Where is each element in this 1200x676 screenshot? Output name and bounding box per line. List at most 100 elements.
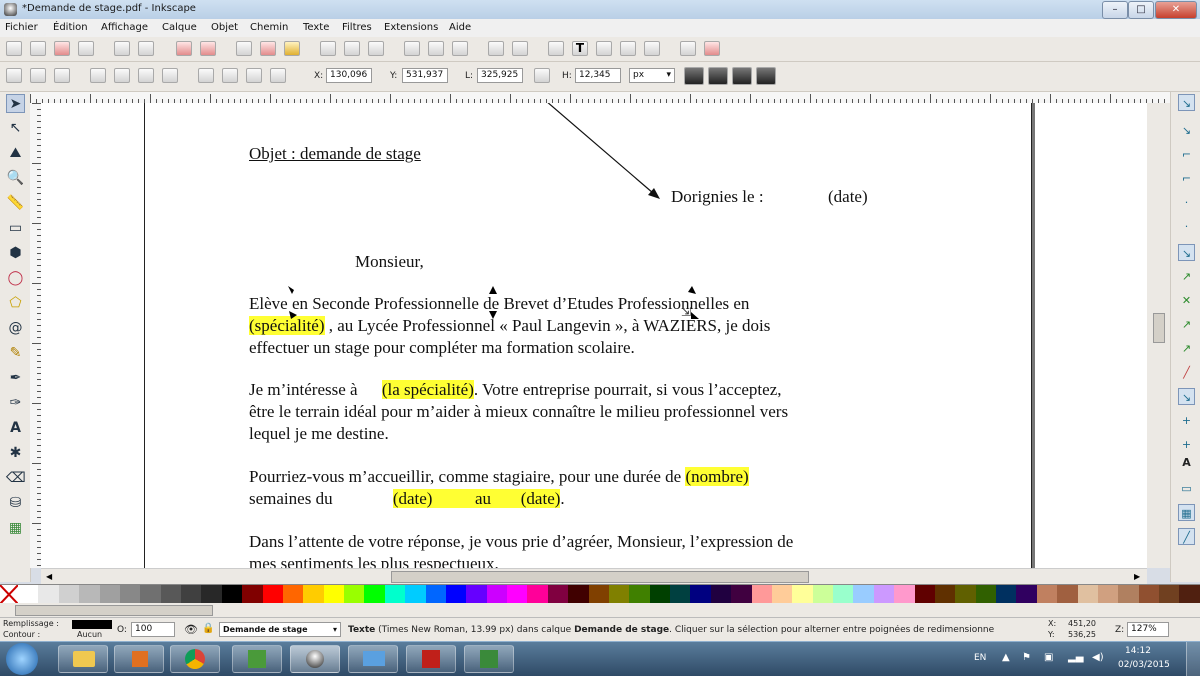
x-field[interactable]: 130,096 (326, 68, 372, 83)
scroll-right-icon[interactable]: ▶ (1134, 572, 1140, 581)
palette-swatch[interactable] (1179, 585, 1200, 604)
snap-grid-icon[interactable]: ▦ (1178, 504, 1195, 521)
select-all-layers-icon[interactable] (30, 68, 46, 83)
selection-handles[interactable] (41, 103, 1147, 568)
taskbar-explorer-icon[interactable] (58, 645, 108, 673)
palette-swatch[interactable] (1057, 585, 1078, 604)
snap-path-intersection-icon[interactable]: ✕ (1178, 292, 1195, 309)
clock-date[interactable]: 02/03/2015 (1118, 660, 1170, 670)
palette-swatch[interactable] (771, 585, 793, 604)
color-palette[interactable] (0, 584, 1200, 605)
palette-swatch[interactable] (1016, 585, 1037, 604)
height-field[interactable]: 12,345 (575, 68, 621, 83)
palette-swatch[interactable] (18, 585, 39, 604)
rectangle-tool-icon[interactable]: ▭ (6, 219, 25, 238)
drawing-canvas[interactable]: Objet : demande de stage Dorignies le : … (41, 103, 1147, 568)
zoom-field[interactable]: 127% (1127, 622, 1169, 637)
taskbar-media-player-icon[interactable] (114, 645, 164, 673)
y-field[interactable]: 531,937 (402, 68, 448, 83)
snap-bbox-corner-icon[interactable]: ⌐ (1178, 170, 1195, 187)
horizontal-scrollbar[interactable]: ◀ ▶ (41, 568, 1147, 584)
close-button[interactable]: ✕ (1155, 1, 1197, 19)
palette-swatch[interactable] (364, 585, 385, 604)
snap-bbox-center-icon[interactable]: · (1178, 218, 1195, 235)
rotate-ccw-icon[interactable] (90, 68, 106, 83)
snap-bbox-icon[interactable]: ↘ (1178, 122, 1195, 139)
horizontal-scroll-thumb[interactable] (391, 571, 809, 583)
paint-bucket-tool-icon[interactable]: ⛁ (6, 494, 25, 513)
minimize-button[interactable]: – (1102, 1, 1128, 19)
vertical-scrollbar[interactable] (1147, 103, 1170, 568)
palette-swatch[interactable] (751, 585, 772, 604)
lock-icon[interactable]: 🔒 (202, 623, 214, 634)
snap-object-center-icon[interactable]: + (1178, 412, 1195, 429)
paste-icon[interactable] (284, 41, 300, 56)
deselect-icon[interactable] (54, 68, 70, 83)
palette-swatch[interactable] (731, 585, 752, 604)
scale-corners-icon[interactable] (708, 67, 728, 85)
opacity-field[interactable]: 100 (131, 622, 175, 637)
menu-affichage[interactable]: Affichage (101, 22, 148, 33)
show-hidden-icons-icon[interactable]: ▲ (1002, 652, 1010, 663)
palette-swatch[interactable] (955, 585, 976, 604)
palette-swatch[interactable] (119, 585, 141, 604)
palette-swatch[interactable] (323, 585, 344, 604)
snap-rotation-center-icon[interactable]: + (1178, 436, 1195, 453)
snap-page-border-icon[interactable]: ▭ (1178, 480, 1195, 497)
node-tool-icon[interactable]: ↖ (6, 119, 25, 138)
palette-swatch[interactable] (405, 585, 426, 604)
taskbar-camtasia-recorder-icon[interactable] (464, 645, 514, 673)
new-document-icon[interactable] (6, 41, 22, 56)
measure-tool-icon[interactable]: 📏 (6, 194, 25, 213)
taskbar-camtasia-icon[interactable] (232, 645, 282, 673)
palette-swatch[interactable] (242, 585, 263, 604)
unlink-clone-icon[interactable] (452, 41, 468, 56)
duplicate-icon[interactable] (404, 41, 420, 56)
palette-swatch[interactable] (894, 585, 915, 604)
palette-swatch[interactable] (1159, 585, 1180, 604)
palette-swatch[interactable] (507, 585, 528, 604)
palette-swatch[interactable] (1036, 585, 1058, 604)
palette-swatch[interactable] (181, 585, 202, 604)
network-icon[interactable]: ▣ (1044, 652, 1053, 663)
selector-tool-icon[interactable]: ➤ (6, 94, 25, 113)
menu-chemin[interactable]: Chemin (250, 22, 288, 33)
palette-swatch[interactable] (445, 585, 467, 604)
gradient-tool-icon[interactable]: ▦ (6, 519, 25, 538)
palette-swatch[interactable] (568, 585, 589, 604)
palette-swatch[interactable] (1097, 585, 1119, 604)
palette-swatch[interactable] (262, 585, 283, 604)
layer-select[interactable]: Demande de stage ▾ (219, 622, 341, 637)
pen-tool-icon[interactable]: ✒ (6, 369, 25, 388)
raise-to-top-icon[interactable] (198, 68, 214, 83)
palette-swatch[interactable] (649, 585, 670, 604)
snap-line-midpoint-icon[interactable]: ╱ (1178, 364, 1195, 381)
lower-to-bottom-icon[interactable] (270, 68, 286, 83)
language-indicator[interactable]: EN (974, 653, 986, 663)
palette-swatch[interactable] (1138, 585, 1159, 604)
lock-ratio-icon[interactable] (534, 68, 550, 83)
palette-swatch[interactable] (425, 585, 446, 604)
palette-swatch[interactable] (588, 585, 609, 604)
fill-stroke-icon[interactable] (548, 41, 564, 56)
taskbar-inkscape-icon[interactable] (290, 645, 340, 673)
move-patterns-icon[interactable] (756, 67, 776, 85)
star-tool-icon[interactable]: ⬠ (6, 294, 25, 313)
snap-paths-icon[interactable]: ↗ (1178, 268, 1195, 285)
snap-bbox-midpoint-icon[interactable]: · (1178, 194, 1195, 211)
snap-others-icon[interactable]: ↘ (1178, 388, 1195, 405)
palette-swatch[interactable] (833, 585, 854, 604)
palette-swatch[interactable] (140, 585, 161, 604)
palette-swatch[interactable] (1118, 585, 1139, 604)
taskbar-acrobat-icon[interactable] (406, 645, 456, 673)
palette-swatch[interactable] (853, 585, 874, 604)
text-tool-icon[interactable]: A (6, 419, 25, 438)
text-font-icon[interactable]: T (572, 41, 588, 56)
zoom-page-icon[interactable] (368, 41, 384, 56)
zoom-selection-icon[interactable] (320, 41, 336, 56)
move-gradients-icon[interactable] (732, 67, 752, 85)
palette-swatch[interactable] (934, 585, 956, 604)
fill-swatch[interactable] (72, 620, 112, 629)
menu-extensions[interactable]: Extensions (384, 22, 438, 33)
undo-icon[interactable] (176, 41, 192, 56)
